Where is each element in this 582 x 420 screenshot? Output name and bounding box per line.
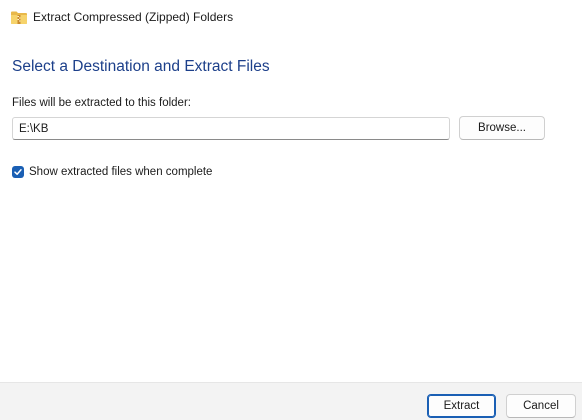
page-heading: Select a Destination and Extract Files bbox=[12, 58, 270, 75]
destination-label: Files will be extracted to this folder: bbox=[12, 97, 191, 109]
extract-dialog: Extract Compressed (Zipped) Folders Sele… bbox=[0, 0, 582, 420]
show-files-option[interactable]: Show extracted files when complete bbox=[12, 164, 212, 180]
show-files-label: Show extracted files when complete bbox=[29, 166, 213, 178]
destination-input[interactable] bbox=[12, 117, 450, 140]
window-title: Extract Compressed (Zipped) Folders bbox=[33, 10, 234, 24]
extract-button[interactable]: Extract bbox=[427, 394, 496, 418]
checkmark-icon bbox=[14, 169, 22, 175]
show-files-checkbox[interactable] bbox=[12, 166, 24, 178]
dialog-footer: Extract Cancel bbox=[0, 382, 582, 420]
browse-button[interactable]: Browse... bbox=[459, 116, 545, 140]
title-bar[interactable]: Extract Compressed (Zipped) Folders bbox=[0, 0, 582, 36]
zip-folder-icon bbox=[10, 10, 28, 25]
cancel-button[interactable]: Cancel bbox=[506, 394, 576, 418]
